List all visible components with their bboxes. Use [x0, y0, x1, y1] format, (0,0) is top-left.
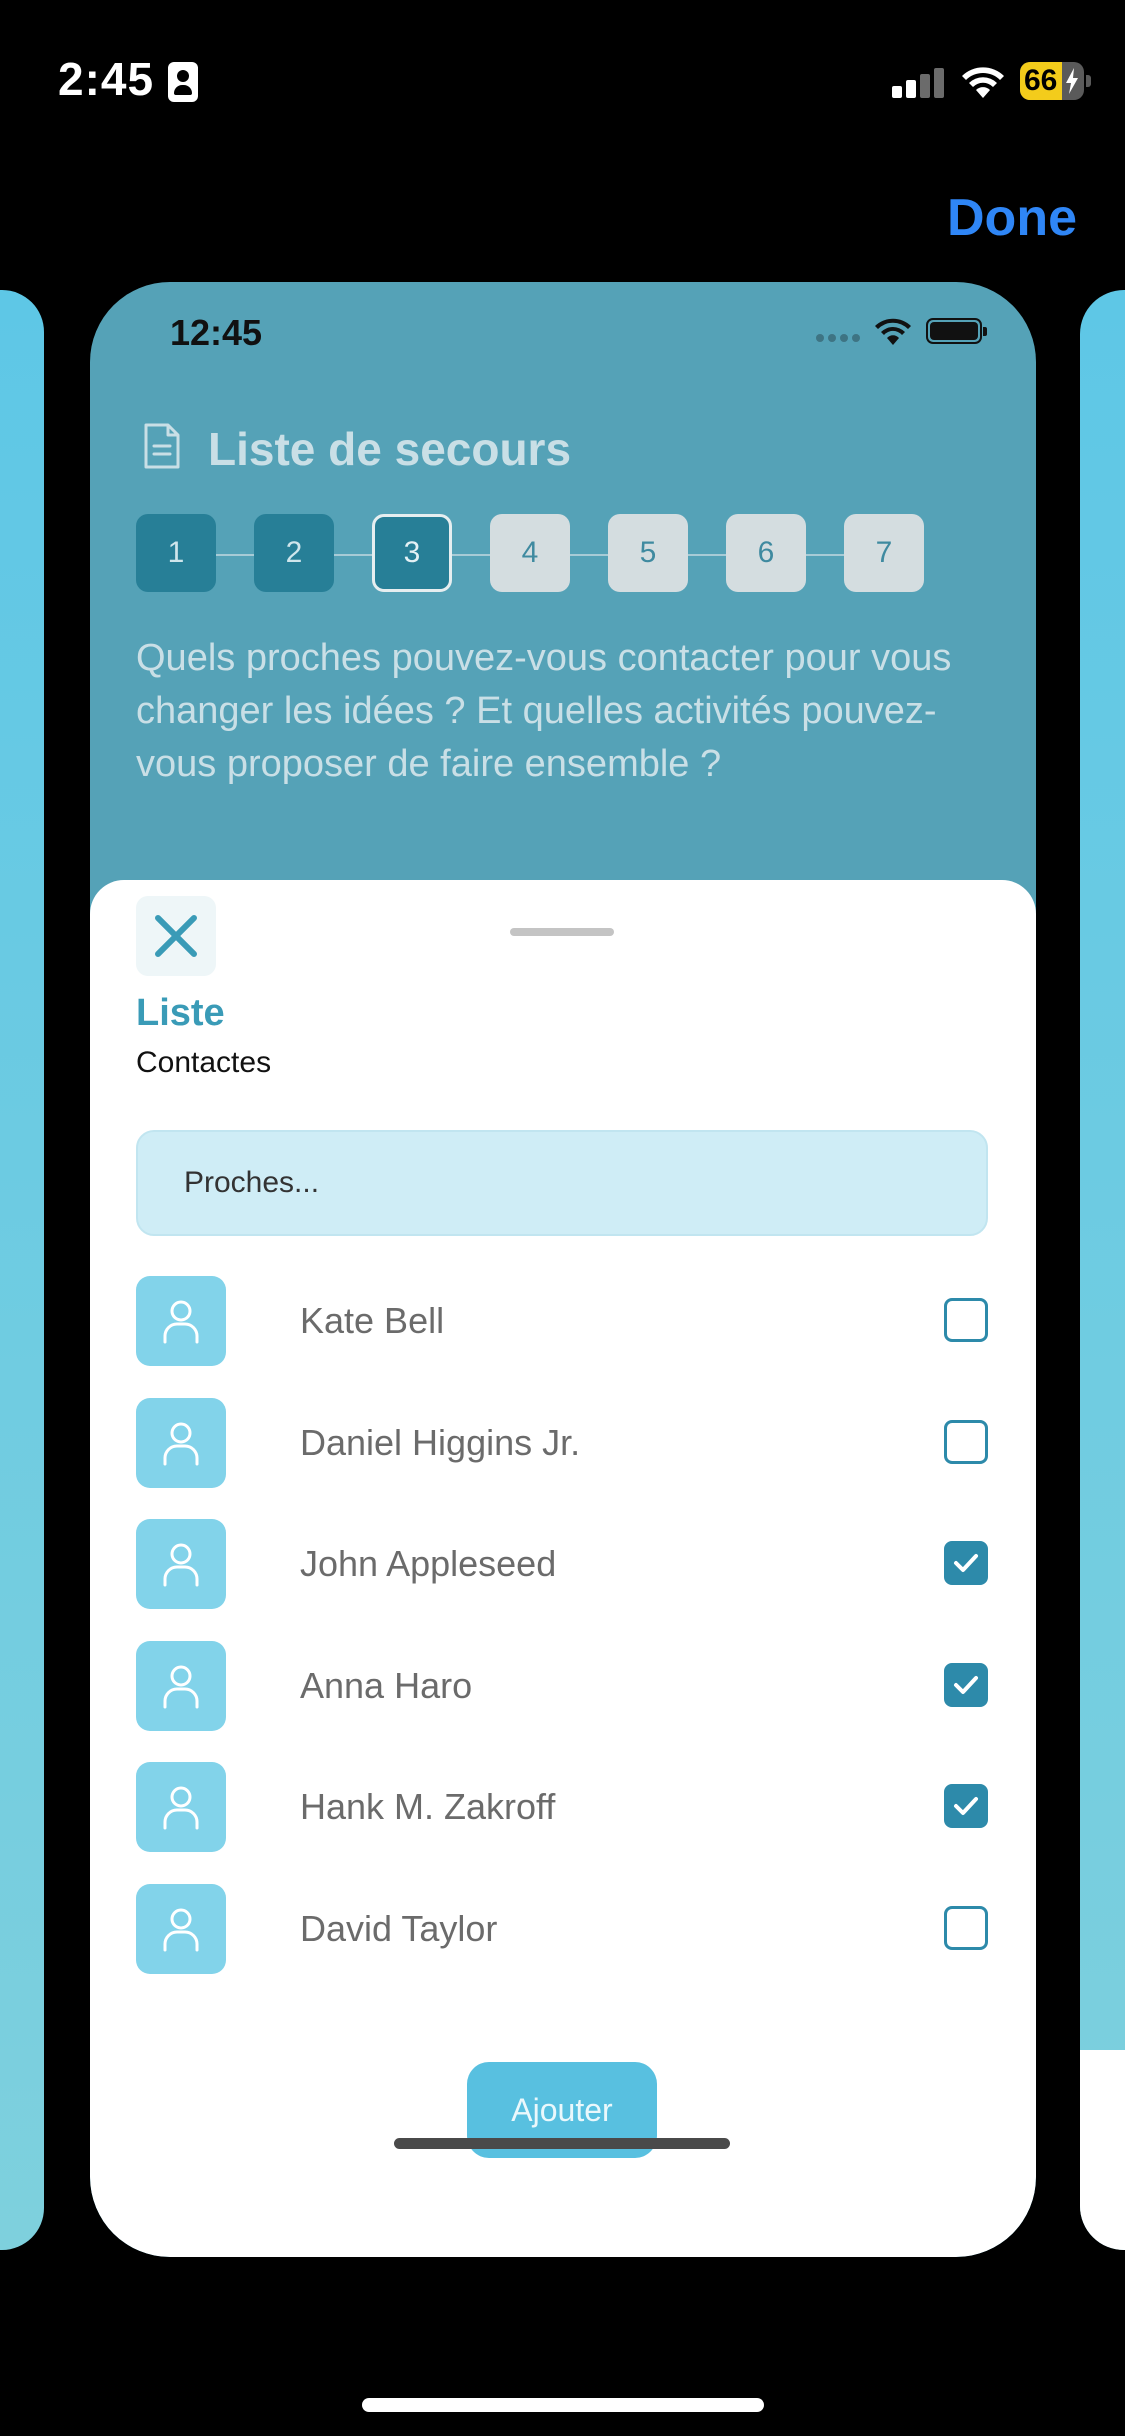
- step-1[interactable]: 1: [136, 514, 216, 592]
- contact-checkbox[interactable]: [944, 1541, 988, 1585]
- contact-row[interactable]: Anna Haro: [136, 1635, 988, 1757]
- contact-row[interactable]: David Taylor: [136, 1878, 988, 2000]
- avatar: [136, 1519, 226, 1609]
- preview-signal-icon: [816, 334, 862, 342]
- contacts-sheet: Liste Contactes Kate Bell: [90, 880, 1036, 2257]
- contact-name: Kate Bell: [300, 1300, 445, 1341]
- person-icon: [163, 1422, 199, 1465]
- step-4[interactable]: 4: [490, 514, 570, 592]
- step-6[interactable]: 6: [726, 514, 806, 592]
- checkmark-icon: [954, 1797, 978, 1815]
- page-title: Liste de secours: [208, 423, 572, 475]
- contact-name: John Appleseed: [300, 1543, 557, 1584]
- wifi-icon: [962, 67, 1004, 98]
- status-time: 2:45: [58, 53, 155, 105]
- sheet-title: Liste: [136, 992, 225, 1034]
- step-5[interactable]: 5: [608, 514, 688, 592]
- contact-name: Anna Haro: [300, 1664, 473, 1706]
- battery-percentage: 66: [1024, 64, 1058, 97]
- person-icon: [163, 1786, 199, 1830]
- sheet-drag-handle[interactable]: [510, 928, 614, 936]
- checkmark-icon: [954, 1675, 978, 1694]
- contact-name: David Taylor: [300, 1907, 498, 1949]
- contact-checkbox[interactable]: [944, 1784, 988, 1828]
- screen-preview: 12:45 Liste de secours 1 2 3 4 5 6 7 Que…: [90, 282, 1036, 2257]
- previous-card[interactable]: [0, 290, 44, 2250]
- person-icon: [163, 1300, 199, 1344]
- close-icon: [155, 915, 197, 957]
- avatar: [136, 1276, 226, 1366]
- contact-checkbox[interactable]: [944, 1298, 988, 1342]
- preview-home-indicator: [394, 2138, 730, 2149]
- person-icon: [163, 1908, 199, 1951]
- contact-list: Kate Bell Daniel Higgins Jr. John Apples…: [136, 1270, 988, 1999]
- home-indicator[interactable]: [362, 2398, 764, 2412]
- step-indicator: 1 2 3 4 5 6 7: [136, 514, 924, 594]
- contact-row[interactable]: John Appleseed: [136, 1513, 988, 1635]
- close-button[interactable]: [136, 896, 216, 976]
- avatar: [136, 1762, 226, 1852]
- contact-name: Hank M. Zakroff: [300, 1786, 556, 1827]
- preview-wifi-icon: [875, 318, 911, 345]
- person-icon: [163, 1665, 199, 1708]
- status-bar: 2:45 66: [0, 0, 1125, 160]
- document-icon: [144, 423, 180, 469]
- question-text: Quels proches pouvez-vous contacter pour…: [136, 637, 952, 785]
- avatar: [136, 1883, 226, 1974]
- step-7[interactable]: 7: [844, 514, 924, 592]
- cellular-signal-icon: [892, 68, 944, 98]
- avatar: [136, 1397, 226, 1488]
- contact-checkbox[interactable]: [944, 1419, 988, 1464]
- done-button[interactable]: Done: [947, 188, 1077, 248]
- contact-name: Daniel Higgins Jr.: [300, 1421, 581, 1463]
- contact-row[interactable]: Daniel Higgins Jr.: [136, 1392, 988, 1514]
- checkmark-icon: [954, 1554, 978, 1572]
- preview-status-time: 12:45: [170, 312, 263, 353]
- contact-checkbox[interactable]: [944, 1905, 988, 1950]
- contact-row[interactable]: Kate Bell: [136, 1270, 988, 1392]
- contact-card-icon: [168, 62, 198, 102]
- step-3[interactable]: 3: [372, 514, 452, 592]
- contact-row[interactable]: Hank M. Zakroff: [136, 1756, 988, 1878]
- person-icon: [163, 1543, 199, 1587]
- sheet-subtitle: Contactes: [136, 1046, 272, 1079]
- contact-checkbox[interactable]: [944, 1662, 988, 1707]
- avatar: [136, 1640, 226, 1731]
- step-2[interactable]: 2: [254, 514, 334, 592]
- next-card[interactable]: [1080, 290, 1125, 2250]
- search-input[interactable]: [136, 1130, 988, 1236]
- preview-battery-icon: [926, 318, 987, 344]
- battery-icon: 66: [1020, 62, 1092, 100]
